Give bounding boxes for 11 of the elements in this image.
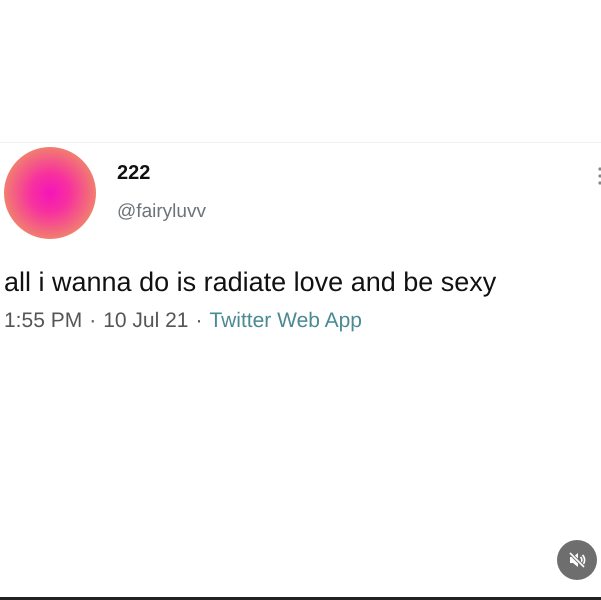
tweet-text: all i wanna do is radiate love and be sexy	[4, 266, 498, 299]
tweet-time: 1:55 PM	[4, 309, 82, 333]
display-name: 222	[117, 162, 152, 185]
separator-dot: ·	[89, 309, 96, 333]
source-link[interactable]: Twitter Web App	[209, 309, 362, 333]
muted-speaker-icon	[567, 550, 587, 570]
user-handle: @fairyluvv	[117, 201, 207, 223]
tweet-date: 10 Jul 21	[103, 309, 188, 333]
mute-button[interactable]	[557, 540, 597, 580]
more-icon[interactable]	[598, 167, 601, 185]
separator-dot: ·	[195, 309, 202, 333]
